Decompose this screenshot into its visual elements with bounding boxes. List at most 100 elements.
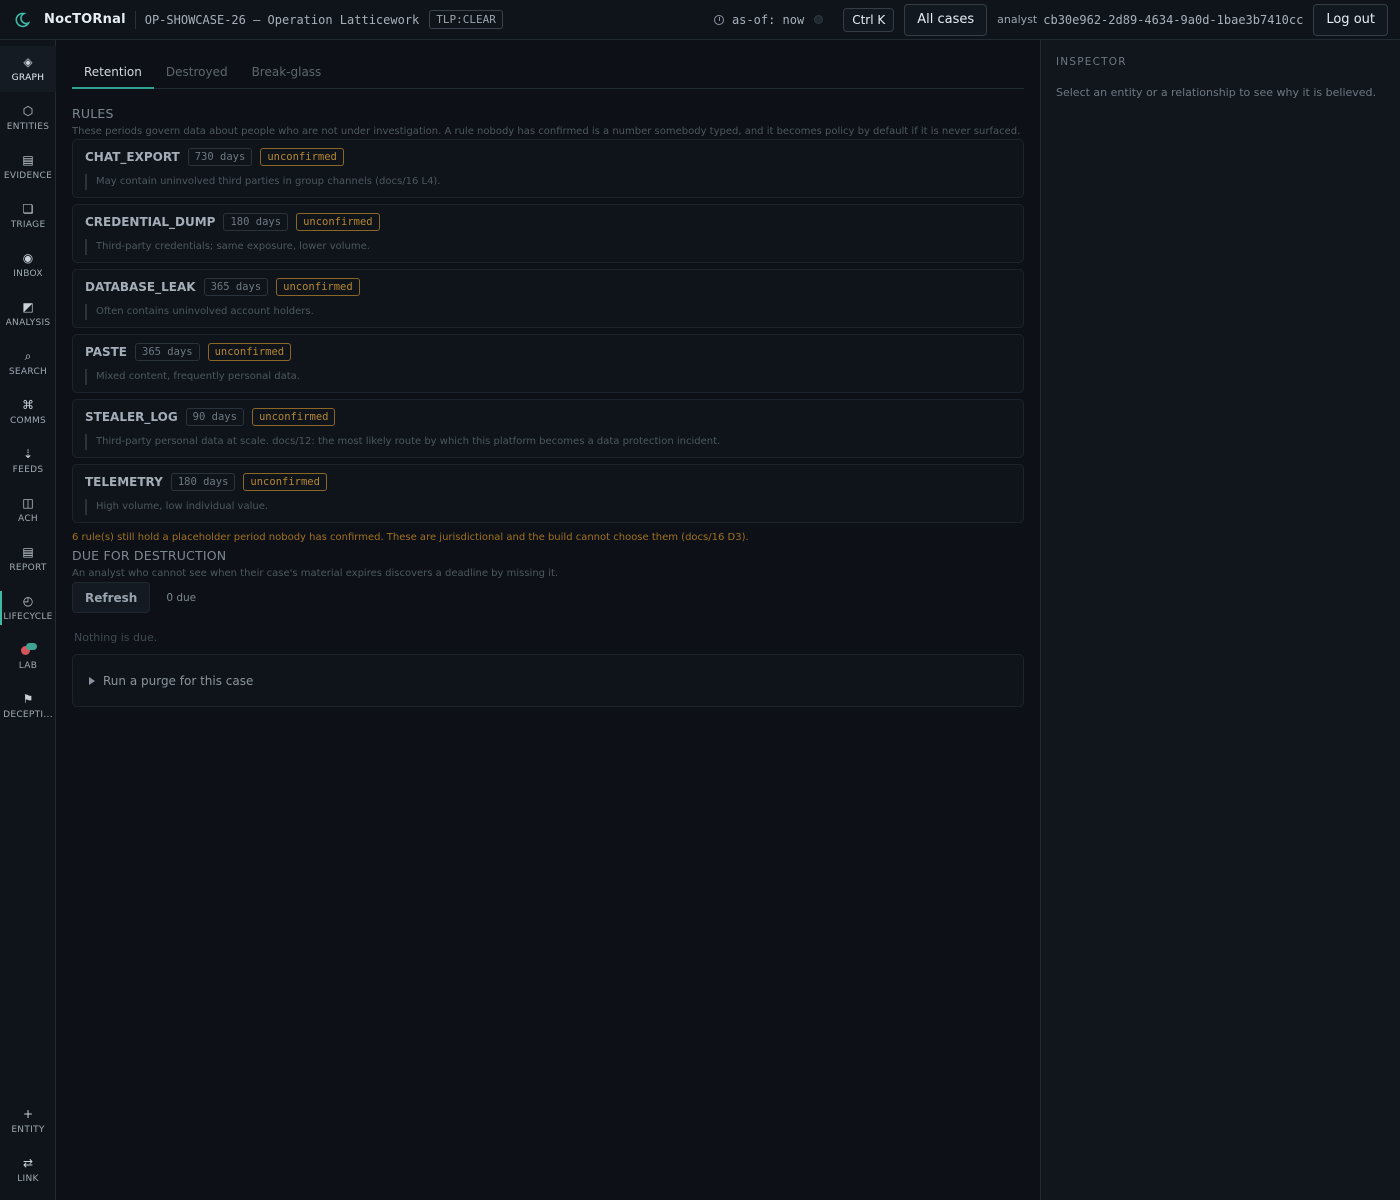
sidebar-item-label: COMMS: [9, 416, 47, 426]
destruction-description: An analyst who cannot see when their cas…: [72, 568, 559, 579]
purge-disclosure[interactable]: Run a purge for this case: [72, 654, 1024, 707]
sidebar-item-label: LINK: [17, 1174, 39, 1184]
retention-content: RULES These periods govern data about pe…: [72, 106, 1024, 707]
sidebar-item-label: DECEPTI...: [3, 710, 53, 720]
retention-days: 180 days: [170, 473, 236, 491]
as-of-control[interactable]: as-of: now: [713, 13, 804, 27]
sidebar-item-label: EVIDENCE: [3, 171, 53, 181]
retention-days: 180 days: [223, 213, 289, 231]
columns-icon: ◫: [22, 496, 34, 510]
empty-state: Nothing is due.: [74, 631, 158, 644]
analyst-id: cb30e962-2d89-4634-9a0d-1bae3b7410cc: [1043, 12, 1304, 27]
tlp-badge: TLP:CLEAR: [429, 10, 503, 29]
search-icon: ⌕: [24, 349, 32, 363]
sidebar: ◈ GRAPH ⬡ ENTITIES ▤ EVIDENCE ❏ TRIAGE ◉…: [0, 40, 56, 1200]
tray-icon: ❏: [22, 202, 34, 216]
disclosure-triangle-icon: [89, 676, 95, 685]
inspector-panel: INSPECTOR Select an entity or a relation…: [1040, 40, 1400, 1200]
sidebar-item-label: REPORT: [9, 563, 47, 573]
graph-icon: ◈: [23, 55, 33, 69]
retention-days: 365 days: [203, 278, 269, 296]
tab-destroyed[interactable]: Destroyed: [154, 56, 240, 89]
top-bar: NocTORnal OP-SHOWCASE-26 — Operation Lat…: [0, 0, 1400, 40]
clock-icon: [713, 14, 724, 25]
rule-note: May contain uninvolved third parties in …: [85, 174, 441, 190]
sidebar-item-label: TRIAGE: [10, 220, 46, 230]
sidebar-item-label: LAB: [18, 661, 38, 671]
sidebar-item-triage[interactable]: ❏ TRIAGE: [0, 193, 56, 239]
sidebar-item-evidence[interactable]: ▤ EVIDENCE: [0, 144, 56, 190]
analysis-icon: ◩: [22, 300, 34, 314]
sidebar-item-entities[interactable]: ⬡ ENTITIES: [0, 95, 56, 141]
case-title: OP-SHOWCASE-26 — Operation Latticework: [144, 12, 420, 27]
sidebar-item-label: ENTITY: [11, 1125, 45, 1135]
status-badge: unconfirmed: [207, 343, 292, 361]
report-icon: ▤: [22, 545, 34, 559]
sidebar-item-graph[interactable]: ◈ GRAPH: [0, 46, 56, 92]
rule-note: Often contains uninvolved account holder…: [85, 304, 314, 320]
plus-icon: +: [22, 1107, 34, 1121]
status-badge: unconfirmed: [260, 148, 344, 166]
command-palette-button[interactable]: Ctrl K: [843, 7, 895, 32]
rule-note: Third-party personal data at scale. docs…: [85, 434, 720, 450]
purge-label: Run a purge for this case: [103, 673, 254, 688]
lab-icon: [21, 643, 37, 658]
retention-days: 90 days: [185, 408, 244, 426]
due-count: 0 due: [166, 591, 197, 604]
sidebar-item-deception[interactable]: ⚑ DECEPTI...: [0, 683, 56, 729]
add-link-button[interactable]: ⇄ LINK: [0, 1147, 56, 1193]
rules-list: CHAT_EXPORT 730 days unconfirmed May con…: [72, 139, 1024, 523]
sidebar-item-label: LIFECYCLE: [3, 612, 53, 622]
sidebar-item-search[interactable]: ⌕ SEARCH: [0, 340, 56, 386]
rule-name: TELEMETRY: [85, 475, 163, 489]
target-icon: ◉: [22, 251, 34, 265]
sidebar-item-ach[interactable]: ◫ ACH: [0, 487, 56, 533]
status-badge: unconfirmed: [296, 213, 380, 231]
sidebar-item-lifecycle[interactable]: ◴ LIFECYCLE: [0, 585, 56, 631]
rule-note: High volume, low individual value.: [85, 499, 268, 515]
destruction-title: DUE FOR DESTRUCTION: [72, 548, 227, 563]
command-icon: ⌘: [22, 398, 34, 412]
rule-card: CREDENTIAL_DUMP 180 days unconfirmed Thi…: [72, 204, 1024, 263]
inspector-title: INSPECTOR: [1056, 56, 1127, 68]
logout-button[interactable]: Log out: [1313, 3, 1388, 36]
rule-name: DATABASE_LEAK: [85, 280, 196, 294]
main-panel: Retention Destroyed Break-glass RULES Th…: [56, 40, 1040, 1200]
unconfirmed-warning: 6 rule(s) still hold a placeholder perio…: [72, 532, 749, 543]
analyst-label: analyst: [997, 13, 1038, 26]
refresh-button[interactable]: Refresh: [72, 582, 151, 613]
lifecycle-tabs: Retention Destroyed Break-glass: [72, 56, 1024, 89]
status-badge: unconfirmed: [251, 408, 336, 426]
sidebar-item-label: GRAPH: [11, 73, 45, 83]
retention-days: 365 days: [135, 343, 200, 361]
sidebar-item-inbox[interactable]: ◉ INBOX: [0, 242, 56, 288]
tab-break-glass[interactable]: Break-glass: [240, 56, 334, 89]
status-badge: unconfirmed: [276, 278, 360, 296]
rule-name: CREDENTIAL_DUMP: [85, 215, 216, 229]
destruction-actions: Refresh 0 due: [72, 582, 1024, 613]
timer-icon: ◴: [22, 594, 34, 608]
sidebar-item-label: ACH: [18, 514, 38, 524]
status-dot-icon: [814, 15, 824, 24]
sidebar-item-label: INBOX: [13, 269, 43, 279]
rule-note: Mixed content, frequently personal data.: [85, 369, 300, 385]
rules-title: RULES: [72, 106, 114, 121]
sidebar-item-report[interactable]: ▤ REPORT: [0, 536, 56, 582]
sidebar-item-analysis[interactable]: ◩ ANALYSIS: [0, 291, 56, 337]
rule-card: CHAT_EXPORT 730 days unconfirmed May con…: [72, 139, 1024, 198]
rule-card: PASTE 365 days unconfirmed Mixed content…: [72, 334, 1024, 393]
sidebar-item-comms[interactable]: ⌘ COMMS: [0, 389, 56, 435]
brand-name: NocTORnal: [44, 12, 126, 27]
rule-name: CHAT_EXPORT: [85, 150, 180, 164]
add-entity-button[interactable]: + ENTITY: [0, 1098, 56, 1144]
sidebar-item-lab[interactable]: LAB: [0, 634, 56, 680]
all-cases-button[interactable]: All cases: [904, 3, 988, 36]
rule-name: PASTE: [85, 345, 128, 359]
sidebar-item-feeds[interactable]: ⇣ FEEDS: [0, 438, 56, 484]
rule-card: TELEMETRY 180 days unconfirmed High volu…: [72, 464, 1024, 523]
sidebar-item-label: ENTITIES: [6, 122, 50, 132]
retention-days: 730 days: [187, 148, 253, 166]
tab-retention[interactable]: Retention: [72, 56, 154, 89]
inspector-hint: Select an entity or a relationship to se…: [1056, 86, 1377, 99]
download-arrow-icon: ⇣: [22, 447, 34, 461]
